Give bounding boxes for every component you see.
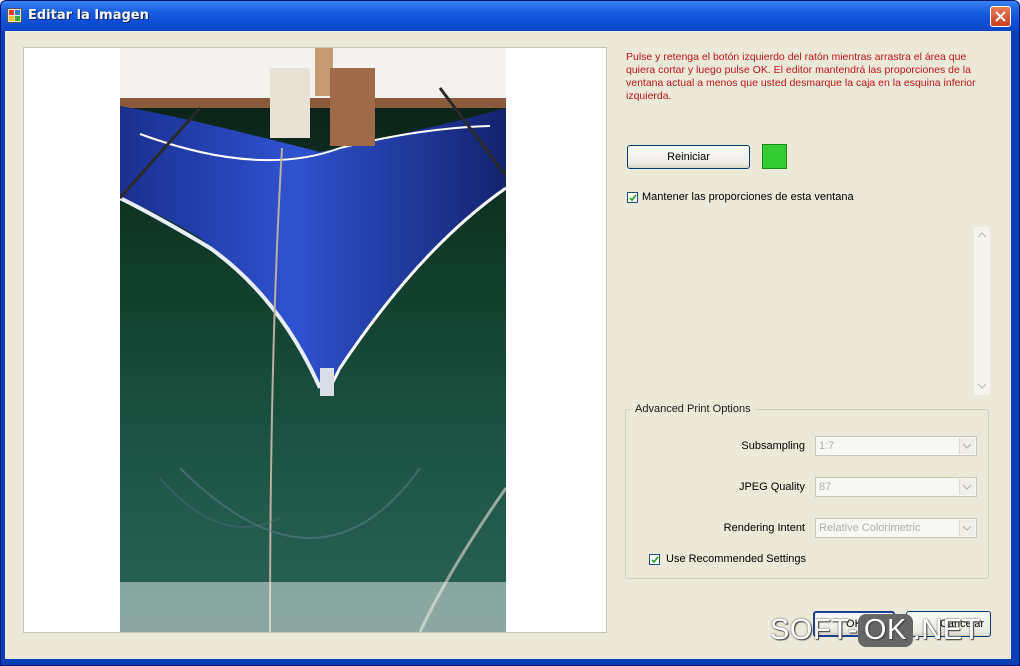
watermark-right: .NET [912, 614, 981, 646]
keep-proportions-label[interactable]: Mantener las proporciones de esta ventan… [642, 191, 854, 203]
jpeg-quality-select[interactable]: 87 [815, 477, 977, 497]
close-button[interactable] [990, 6, 1011, 27]
subsampling-dropdown-button[interactable] [959, 438, 975, 454]
watermark-middle: OK [857, 614, 913, 647]
title-bar[interactable]: Editar la Imagen [1, 1, 1019, 31]
use-recommended-label[interactable]: Use Recommended Settings [666, 553, 806, 565]
dialog-body: Pulse y retenga el botón izquierdo del r… [5, 31, 1011, 659]
chevron-down-icon [963, 526, 971, 531]
jpeg-quality-value: 87 [819, 481, 832, 493]
boat-photo-image [120, 48, 506, 632]
jpeg-quality-label: JPEG Quality [738, 481, 805, 493]
jpeg-quality-dropdown-button[interactable] [959, 479, 975, 495]
chevron-down-icon [963, 485, 971, 490]
chevron-down-icon [963, 444, 971, 449]
subsampling-select[interactable]: 1:7 [815, 436, 977, 456]
rendering-intent-label: Rendering Intent [723, 522, 805, 534]
advanced-print-options-title: Advanced Print Options [631, 403, 755, 415]
watermark-left: SOFT- [770, 614, 858, 646]
crop-instructions: Pulse y retenga el botón izquierdo del r… [626, 51, 976, 102]
checkmark-icon [651, 556, 659, 564]
use-recommended-checkbox[interactable] [649, 554, 660, 565]
subsampling-label: Subsampling [741, 440, 805, 452]
chevron-up-icon [978, 232, 986, 237]
close-icon [995, 11, 1006, 22]
app-image-icon [7, 8, 22, 23]
color-swatch[interactable] [762, 144, 787, 169]
subsampling-value: 1:7 [819, 440, 835, 452]
scroll-up-button[interactable] [974, 227, 990, 243]
vertical-scrollbar[interactable] [974, 227, 990, 395]
rendering-intent-value: Relative Colorimetric [819, 522, 921, 534]
reset-button[interactable]: Reiniciar [627, 145, 750, 169]
watermark: SOFT- OK .NET [770, 614, 981, 647]
checkmark-icon [629, 194, 637, 202]
chevron-down-icon [978, 384, 986, 389]
dialog-window: Editar la Imagen Pulse y retenga el botó… [0, 0, 1020, 666]
boat-photo[interactable] [120, 48, 506, 632]
rendering-intent-select[interactable]: Relative Colorimetric [815, 518, 977, 538]
image-crop-area[interactable] [23, 47, 607, 633]
scroll-down-button[interactable] [974, 379, 990, 395]
keep-proportions-checkbox[interactable] [627, 192, 638, 203]
window-title: Editar la Imagen [28, 8, 149, 23]
rendering-intent-dropdown-button[interactable] [959, 520, 975, 536]
